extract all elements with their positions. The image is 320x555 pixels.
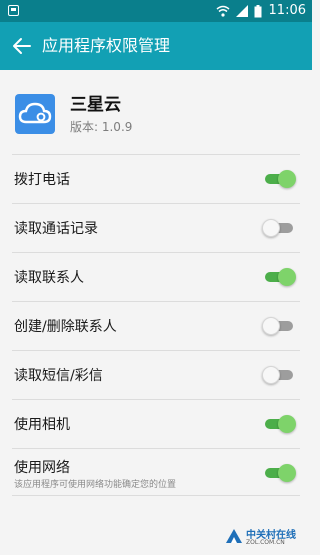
divider — [12, 301, 300, 302]
permission-description: 该应用程序可使用网络功能确定您的位置 — [14, 480, 177, 490]
permission-row-camera[interactable]: 使用相机 — [0, 399, 312, 448]
divider — [12, 154, 300, 155]
permission-row-network[interactable]: 使用网络 该应用程序可使用网络功能确定您的位置 — [0, 448, 312, 497]
app-name: 三星云 — [70, 95, 121, 115]
status-icons — [216, 4, 262, 18]
divider — [12, 252, 300, 253]
divider — [12, 203, 300, 204]
divider — [12, 448, 300, 449]
divider — [12, 399, 300, 400]
permission-row-read-contacts[interactable]: 读取联系人 — [0, 252, 312, 301]
permission-label: 读取联系人 — [14, 270, 84, 286]
permission-toggle[interactable] — [262, 219, 296, 237]
permission-toggle[interactable] — [262, 268, 296, 286]
permission-label: 使用相机 — [14, 417, 70, 433]
app-version: 版本: 1.0.9 — [70, 120, 133, 134]
app-info: 三星云 版本: 1.0.9 — [0, 70, 312, 154]
permission-label: 读取通话记录 — [14, 221, 98, 237]
status-bar: 11:06 — [0, 0, 312, 22]
signal-icon — [236, 5, 248, 17]
divider — [12, 350, 300, 351]
app-bar: 应用程序权限管理 — [0, 22, 312, 70]
status-time: 11:06 — [268, 3, 306, 18]
permission-row-edit-contacts[interactable]: 创建/删除联系人 — [0, 301, 312, 350]
permission-label: 使用网络 — [14, 460, 70, 476]
permission-toggle[interactable] — [262, 415, 296, 433]
permission-toggle[interactable] — [262, 366, 296, 384]
battery-icon — [254, 4, 262, 17]
permission-toggle[interactable] — [262, 170, 296, 188]
zol-logo-icon — [226, 529, 242, 543]
permission-row-call[interactable]: 拨打电话 — [0, 154, 312, 203]
permission-label: 拨打电话 — [14, 172, 70, 188]
divider — [12, 495, 300, 496]
watermark: 中关村在线 ZOL.COM.CN — [224, 525, 306, 549]
cloud-icon — [15, 94, 55, 134]
wifi-icon — [216, 5, 230, 17]
permission-toggle[interactable] — [262, 464, 296, 482]
permission-row-call-log[interactable]: 读取通话记录 — [0, 203, 312, 252]
permission-toggle[interactable] — [262, 317, 296, 335]
watermark-domain: ZOL.COM.CN — [246, 539, 285, 546]
back-arrow-icon[interactable] — [10, 34, 34, 58]
gallery-icon — [8, 5, 19, 16]
page-title: 应用程序权限管理 — [42, 36, 171, 55]
permission-label: 读取短信/彩信 — [14, 368, 103, 384]
permission-row-sms[interactable]: 读取短信/彩信 — [0, 350, 312, 399]
permission-label: 创建/删除联系人 — [14, 319, 117, 335]
